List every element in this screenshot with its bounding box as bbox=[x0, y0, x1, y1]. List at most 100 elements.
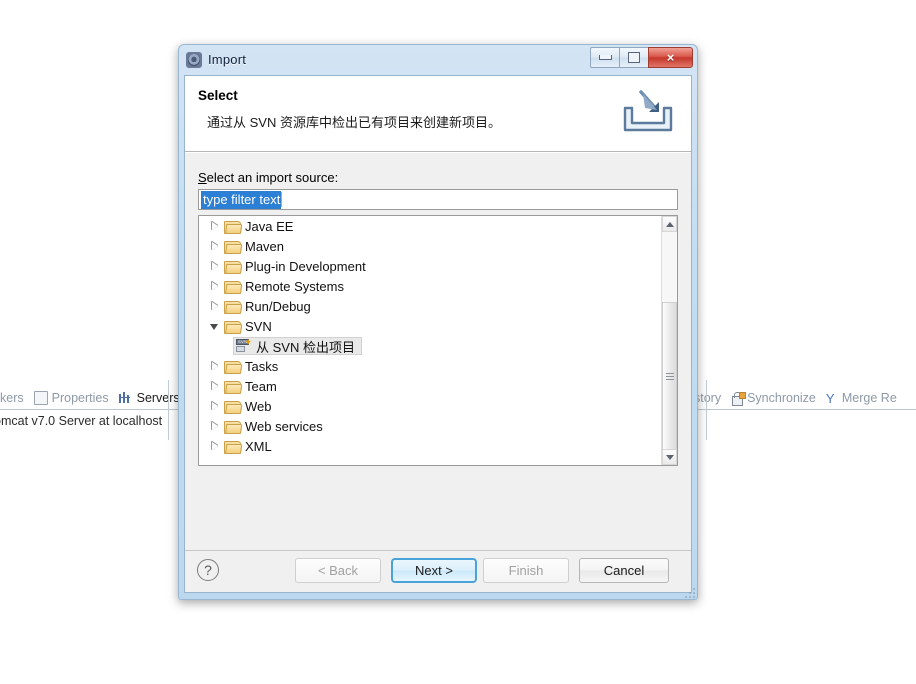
maximize-icon bbox=[628, 52, 640, 63]
tree-item[interactable]: SVN bbox=[199, 316, 662, 336]
import-source-label-mnemonic: S bbox=[198, 170, 207, 185]
dialog-titlebar[interactable]: Import × bbox=[178, 44, 698, 75]
import-source-tree[interactable]: Java EE Maven Plug-in Development Remote Sy… bbox=[198, 215, 678, 466]
tree-item-label: Java EE bbox=[245, 218, 294, 234]
tree-item-label: Web bbox=[245, 398, 272, 414]
tree-vertical-scrollbar[interactable] bbox=[661, 216, 677, 465]
help-button[interactable]: ? bbox=[197, 559, 219, 581]
tree-item-label: Tasks bbox=[245, 358, 279, 374]
chevron-right-icon[interactable] bbox=[209, 300, 222, 313]
chevron-right-icon[interactable] bbox=[209, 260, 222, 273]
tree-item-label: 从 SVN 检出项目 bbox=[256, 339, 355, 355]
tree-item[interactable]: Remote Systems bbox=[199, 276, 662, 296]
finish-button[interactable]: Finish bbox=[483, 558, 569, 583]
server-status-row[interactable]: omcat v7.0 Server at localhost bbox=[0, 414, 162, 428]
next-button-label: Next > bbox=[415, 563, 453, 578]
dialog-title: Import bbox=[208, 52, 247, 67]
tab-markers[interactable]: kers bbox=[0, 391, 24, 405]
minimize-icon bbox=[598, 55, 612, 60]
folder-icon bbox=[224, 300, 243, 314]
import-source-label: Select an import source: bbox=[198, 170, 338, 185]
import-source-label-rest: elect an import source: bbox=[206, 170, 339, 185]
tree-item-selection: SVN ✦ 从 SVN 检出项目 bbox=[233, 337, 362, 355]
filter-input[interactable]: type filter text bbox=[198, 189, 678, 210]
tree-item-label: SVN bbox=[245, 318, 272, 334]
tree-item-label: Remote Systems bbox=[245, 278, 344, 294]
folder-icon bbox=[224, 240, 243, 254]
scrollbar-grip bbox=[665, 371, 674, 382]
tree-item[interactable]: SVN ✦ 从 SVN 检出项目 bbox=[199, 336, 662, 356]
folder-icon bbox=[224, 380, 243, 394]
tree-item[interactable]: Tasks bbox=[199, 356, 662, 376]
text-caret bbox=[281, 192, 283, 207]
scrollbar-thumb[interactable] bbox=[662, 302, 677, 450]
properties-icon bbox=[33, 391, 48, 405]
tab-history[interactable]: story bbox=[694, 391, 721, 405]
finish-button-label: Finish bbox=[508, 563, 544, 578]
back-button-label: < Back bbox=[317, 563, 359, 578]
close-button[interactable]: × bbox=[648, 47, 693, 68]
folder-icon bbox=[224, 440, 243, 454]
tab-synchronize-label: Synchronize bbox=[747, 391, 816, 405]
next-button[interactable]: Next > bbox=[391, 558, 477, 583]
chevron-right-icon[interactable] bbox=[209, 240, 222, 253]
chevron-right-icon[interactable] bbox=[209, 220, 222, 233]
tree-item-label: Maven bbox=[245, 238, 285, 254]
tab-history-label: story bbox=[694, 391, 722, 405]
back-button[interactable]: < Back bbox=[295, 558, 381, 583]
window-controls: × bbox=[590, 47, 693, 68]
tree-item[interactable]: Maven bbox=[199, 236, 662, 256]
filter-input-value: type filter text bbox=[201, 190, 282, 209]
folder-icon bbox=[224, 320, 243, 334]
tab-synchronize[interactable]: Synchronize bbox=[731, 391, 816, 406]
chevron-right-icon[interactable] bbox=[209, 440, 222, 453]
dialog-button-bar: ? < Back Next > Finish Cancel bbox=[185, 550, 691, 592]
tab-servers[interactable]: Servers bbox=[118, 391, 180, 405]
folder-icon bbox=[224, 420, 243, 434]
minimize-button[interactable] bbox=[590, 47, 619, 68]
maximize-button[interactable] bbox=[619, 47, 648, 68]
scroll-down-icon[interactable] bbox=[662, 449, 677, 465]
tree-item[interactable]: Web services bbox=[199, 416, 662, 436]
tree-item[interactable]: Java EE bbox=[199, 216, 662, 236]
synchronize-icon bbox=[731, 391, 747, 406]
import-wizard-icon bbox=[619, 86, 677, 138]
cancel-button-label: Cancel bbox=[603, 563, 645, 578]
tab-merge-results[interactable]: Y Merge Re bbox=[826, 391, 897, 405]
tree-item-label: Team bbox=[245, 378, 277, 394]
dialog-client-area: Select 通过从 SVN 资源库中检出已有项目来创建新项目。 Select … bbox=[184, 75, 692, 593]
folder-icon bbox=[224, 360, 243, 374]
folder-icon bbox=[224, 280, 243, 294]
chevron-right-icon[interactable] bbox=[209, 420, 222, 433]
tree-item[interactable]: XML bbox=[199, 436, 662, 456]
tree-item-label: Web services bbox=[245, 418, 323, 434]
tree-item-label: XML bbox=[245, 438, 272, 454]
merge-icon: Y bbox=[825, 390, 835, 406]
chevron-right-icon[interactable] bbox=[209, 380, 222, 393]
scroll-up-icon[interactable] bbox=[662, 216, 677, 232]
folder-icon bbox=[224, 220, 243, 234]
tree-item[interactable]: Web bbox=[199, 396, 662, 416]
chevron-right-icon[interactable] bbox=[209, 400, 222, 413]
page-title: Select bbox=[198, 88, 238, 103]
bottom-view-tabs-left: kers Properties Servers bbox=[0, 386, 190, 410]
wizard-page-body: Select an import source: type filter tex… bbox=[185, 153, 691, 556]
view-divider-right bbox=[706, 380, 707, 440]
close-icon: × bbox=[666, 50, 675, 65]
tree-item[interactable]: Plug-in Development bbox=[199, 256, 662, 276]
view-divider-left bbox=[168, 380, 169, 440]
tab-servers-label: Servers bbox=[136, 391, 180, 405]
tree-item-label: Plug-in Development bbox=[245, 258, 366, 274]
bottom-view-tabs-right: story Synchronize Y Merge Re bbox=[694, 386, 907, 410]
chevron-right-icon[interactable] bbox=[209, 280, 222, 293]
tab-properties[interactable]: Properties bbox=[33, 391, 109, 405]
resize-grip[interactable] bbox=[683, 586, 695, 598]
tree-item[interactable]: Run/Debug bbox=[199, 296, 662, 316]
folder-icon bbox=[224, 400, 243, 414]
tree-item[interactable]: Team bbox=[199, 376, 662, 396]
page-description: 通过从 SVN 资源库中检出已有项目来创建新项目。 bbox=[207, 115, 501, 130]
import-gear-icon bbox=[186, 51, 202, 68]
cancel-button[interactable]: Cancel bbox=[579, 558, 669, 583]
chevron-right-icon[interactable] bbox=[209, 360, 222, 373]
chevron-down-icon[interactable] bbox=[209, 320, 222, 333]
